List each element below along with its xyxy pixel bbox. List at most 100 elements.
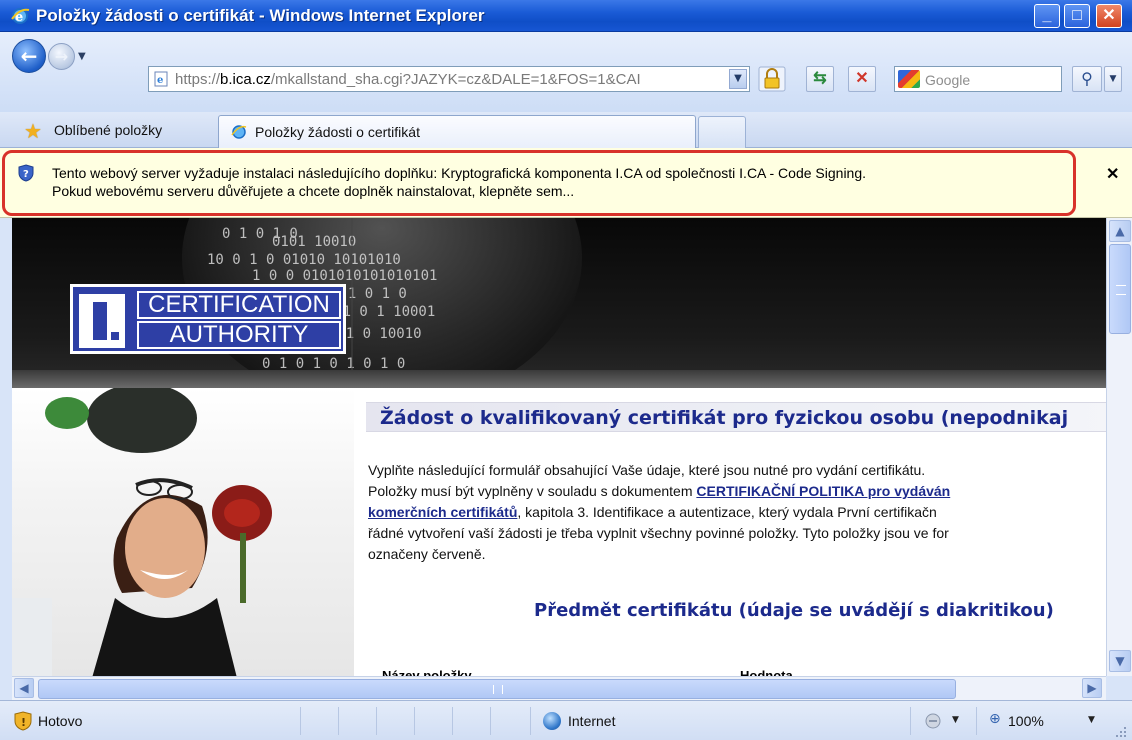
back-button[interactable]: ← [12, 39, 46, 73]
maximize-button[interactable]: □ [1064, 4, 1090, 28]
status-divider [530, 707, 531, 735]
zoom-dropdown-icon[interactable]: ▼ [1088, 715, 1095, 725]
security-lock-icon[interactable] [758, 66, 786, 92]
page-icon: e [154, 71, 168, 87]
page-viewport[interactable]: 0 1 0 1 0 0101 10010 10 0 1 0 01010 1010… [12, 218, 1106, 676]
scroll-down-button[interactable]: ▼ [1109, 650, 1131, 672]
intro-line-5: označeny červeně. [368, 546, 486, 562]
title-bar[interactable]: e Položky žádosti o certifikát - Windows… [0, 0, 1132, 32]
scroll-left-button[interactable]: ◀ [14, 678, 34, 698]
info-close-icon[interactable]: ✕ [1106, 164, 1119, 184]
svg-text:10 0 1 0 01010 10101010: 10 0 1 0 01010 10101010 [207, 252, 401, 268]
horizontal-scrollbar[interactable]: ◀ ▶ [12, 676, 1106, 700]
status-divider [490, 707, 491, 735]
information-bar[interactable]: ? Tento webový server vyžaduje instalaci… [0, 148, 1132, 218]
zoom-icon[interactable]: ⊕ [989, 711, 1001, 727]
woman-photo [12, 388, 354, 676]
ica-logo[interactable]: CERTIFICATION AUTHORITY [70, 284, 346, 354]
banner-shadow [12, 370, 1106, 388]
search-options-dropdown[interactable]: ▼ [1104, 66, 1122, 92]
status-divider [414, 707, 415, 735]
ie-logo-icon: e [11, 8, 30, 25]
scroll-up-button[interactable]: ▲ [1109, 220, 1131, 242]
chevron-down-icon: ▼ [1115, 654, 1125, 668]
internet-zone-icon [543, 712, 561, 730]
close-button[interactable]: ✕ [1096, 4, 1122, 28]
warning-shield-icon[interactable]: ! [14, 711, 32, 731]
search-button[interactable]: ⚲ [1072, 66, 1102, 92]
refresh-button[interactable]: ⇆ [806, 66, 834, 92]
status-divider [910, 707, 911, 735]
close-icon: ✕ [1102, 7, 1116, 24]
intro-line-2: Položky musí být vyplněny v souladu s do… [368, 481, 1106, 502]
stop-icon: ✕ [855, 70, 869, 87]
new-tab-button[interactable] [698, 116, 746, 148]
search-icon: ⚲ [1081, 69, 1093, 88]
url-host: b.ica.cz [220, 71, 271, 88]
header-banner: 0 1 0 1 0 0101 10010 10 0 1 0 01010 1010… [12, 218, 1106, 388]
woman-portrait-image [12, 388, 272, 676]
column-header-value: Hodnota [740, 668, 793, 676]
scroll-grip-icon [1116, 285, 1126, 295]
window-title: Položky žádosti o certifikát - Windows I… [36, 6, 485, 25]
resize-grip-icon[interactable] [1114, 725, 1128, 739]
intro-line-3-text: , kapitola 3. Identifikace a autentizace… [517, 504, 937, 520]
back-arrow-icon: ← [20, 44, 38, 68]
recent-pages-dropdown-icon[interactable]: ▼ [78, 51, 88, 62]
tab-active[interactable]: Položky žádosti o certifikát [218, 115, 696, 148]
forward-button[interactable]: → [48, 43, 75, 70]
ica-i-logo-icon [79, 294, 125, 348]
status-bar: ! Hotovo Internet ▼ ⊕ 100% ▼ [0, 700, 1132, 740]
protected-mode-icon[interactable] [924, 711, 944, 731]
security-zone-label[interactable]: Internet [568, 713, 615, 729]
section-heading: Předmět certifikátu (údaje se uvádějí s … [534, 600, 1054, 621]
status-divider [300, 707, 301, 735]
tab-label: Položky žádosti o certifikát [255, 124, 420, 140]
maximize-icon: □ [1072, 7, 1082, 24]
address-bar[interactable]: e https://b.ica.cz/mkallstand_sha.cgi?JA… [148, 66, 750, 92]
intro-line-1: Vyplňte následující formulář obsahující … [368, 462, 926, 478]
scrollbar-corner [1106, 676, 1132, 700]
favorites-button[interactable]: Oblíbené položky [54, 122, 162, 138]
window-frame-left [0, 218, 12, 700]
intro-line-3: komerčních certifikátů, kapitola 3. Iden… [368, 502, 1106, 523]
favorites-bar: ★ Oblíbené položky Položky žádosti o cer… [0, 112, 1132, 148]
horizontal-scroll-thumb[interactable] [38, 679, 956, 699]
minimize-icon: _ [1042, 7, 1052, 24]
stop-button[interactable]: ✕ [848, 66, 876, 92]
zoom-level[interactable]: 100% [1008, 713, 1044, 729]
logo-text-authority: AUTHORITY [137, 321, 341, 349]
forward-arrow-icon: → [54, 47, 69, 66]
svg-text:e: e [157, 75, 163, 86]
svg-text:0101 10010: 0101 10010 [272, 234, 356, 250]
status-divider [976, 707, 977, 735]
navigation-bar: ← → ▼ e https://b.ica.cz/mkallstand_sha.… [0, 32, 1132, 112]
highlight-outline [2, 150, 1076, 216]
page-title: Žádost o kvalifikovaný certifikát pro fy… [380, 407, 1069, 429]
scroll-right-button[interactable]: ▶ [1082, 678, 1102, 698]
svg-text:1 0 0 0101010101010101: 1 0 0 0101010101010101 [252, 268, 437, 284]
main-article: Žádost o kvalifikovaný certifikát pro fy… [354, 388, 1106, 676]
chevron-right-icon: ▶ [1087, 681, 1097, 695]
search-placeholder: Google [925, 72, 971, 88]
policy-link[interactable]: CERTIFIKAČNÍ POLITIKA pro vydáván [696, 483, 950, 499]
column-header-name: Název položky [382, 668, 472, 676]
favorites-star-icon[interactable]: ★ [24, 121, 46, 141]
vertical-scroll-thumb[interactable] [1109, 244, 1131, 334]
search-input[interactable]: Google [894, 66, 1062, 92]
address-dropdown-button[interactable]: ▼ [729, 69, 747, 89]
protected-mode-dropdown-icon[interactable]: ▼ [952, 715, 959, 725]
chevron-up-icon: ▲ [1115, 224, 1125, 238]
logo-text-certification: CERTIFICATION [137, 291, 341, 319]
vertical-scrollbar[interactable]: ▲ ▼ [1106, 218, 1132, 676]
status-divider [338, 707, 339, 735]
policy-link-continued[interactable]: komerčních certifikátů [368, 504, 517, 520]
minimize-button[interactable]: _ [1034, 4, 1060, 28]
status-divider [376, 707, 377, 735]
ie-page-icon [231, 125, 247, 139]
url-path: /mkallstand_sha.cgi?JAZYK=cz&DALE=1&FOS=… [270, 71, 641, 88]
page-heading-bar: Žádost o kvalifikovaný certifikát pro fy… [366, 402, 1106, 432]
chevron-left-icon: ◀ [19, 681, 29, 695]
url-scheme: https:// [175, 71, 221, 88]
address-url[interactable]: https://b.ica.cz/mkallstand_sha.cgi?JAZY… [175, 71, 641, 88]
